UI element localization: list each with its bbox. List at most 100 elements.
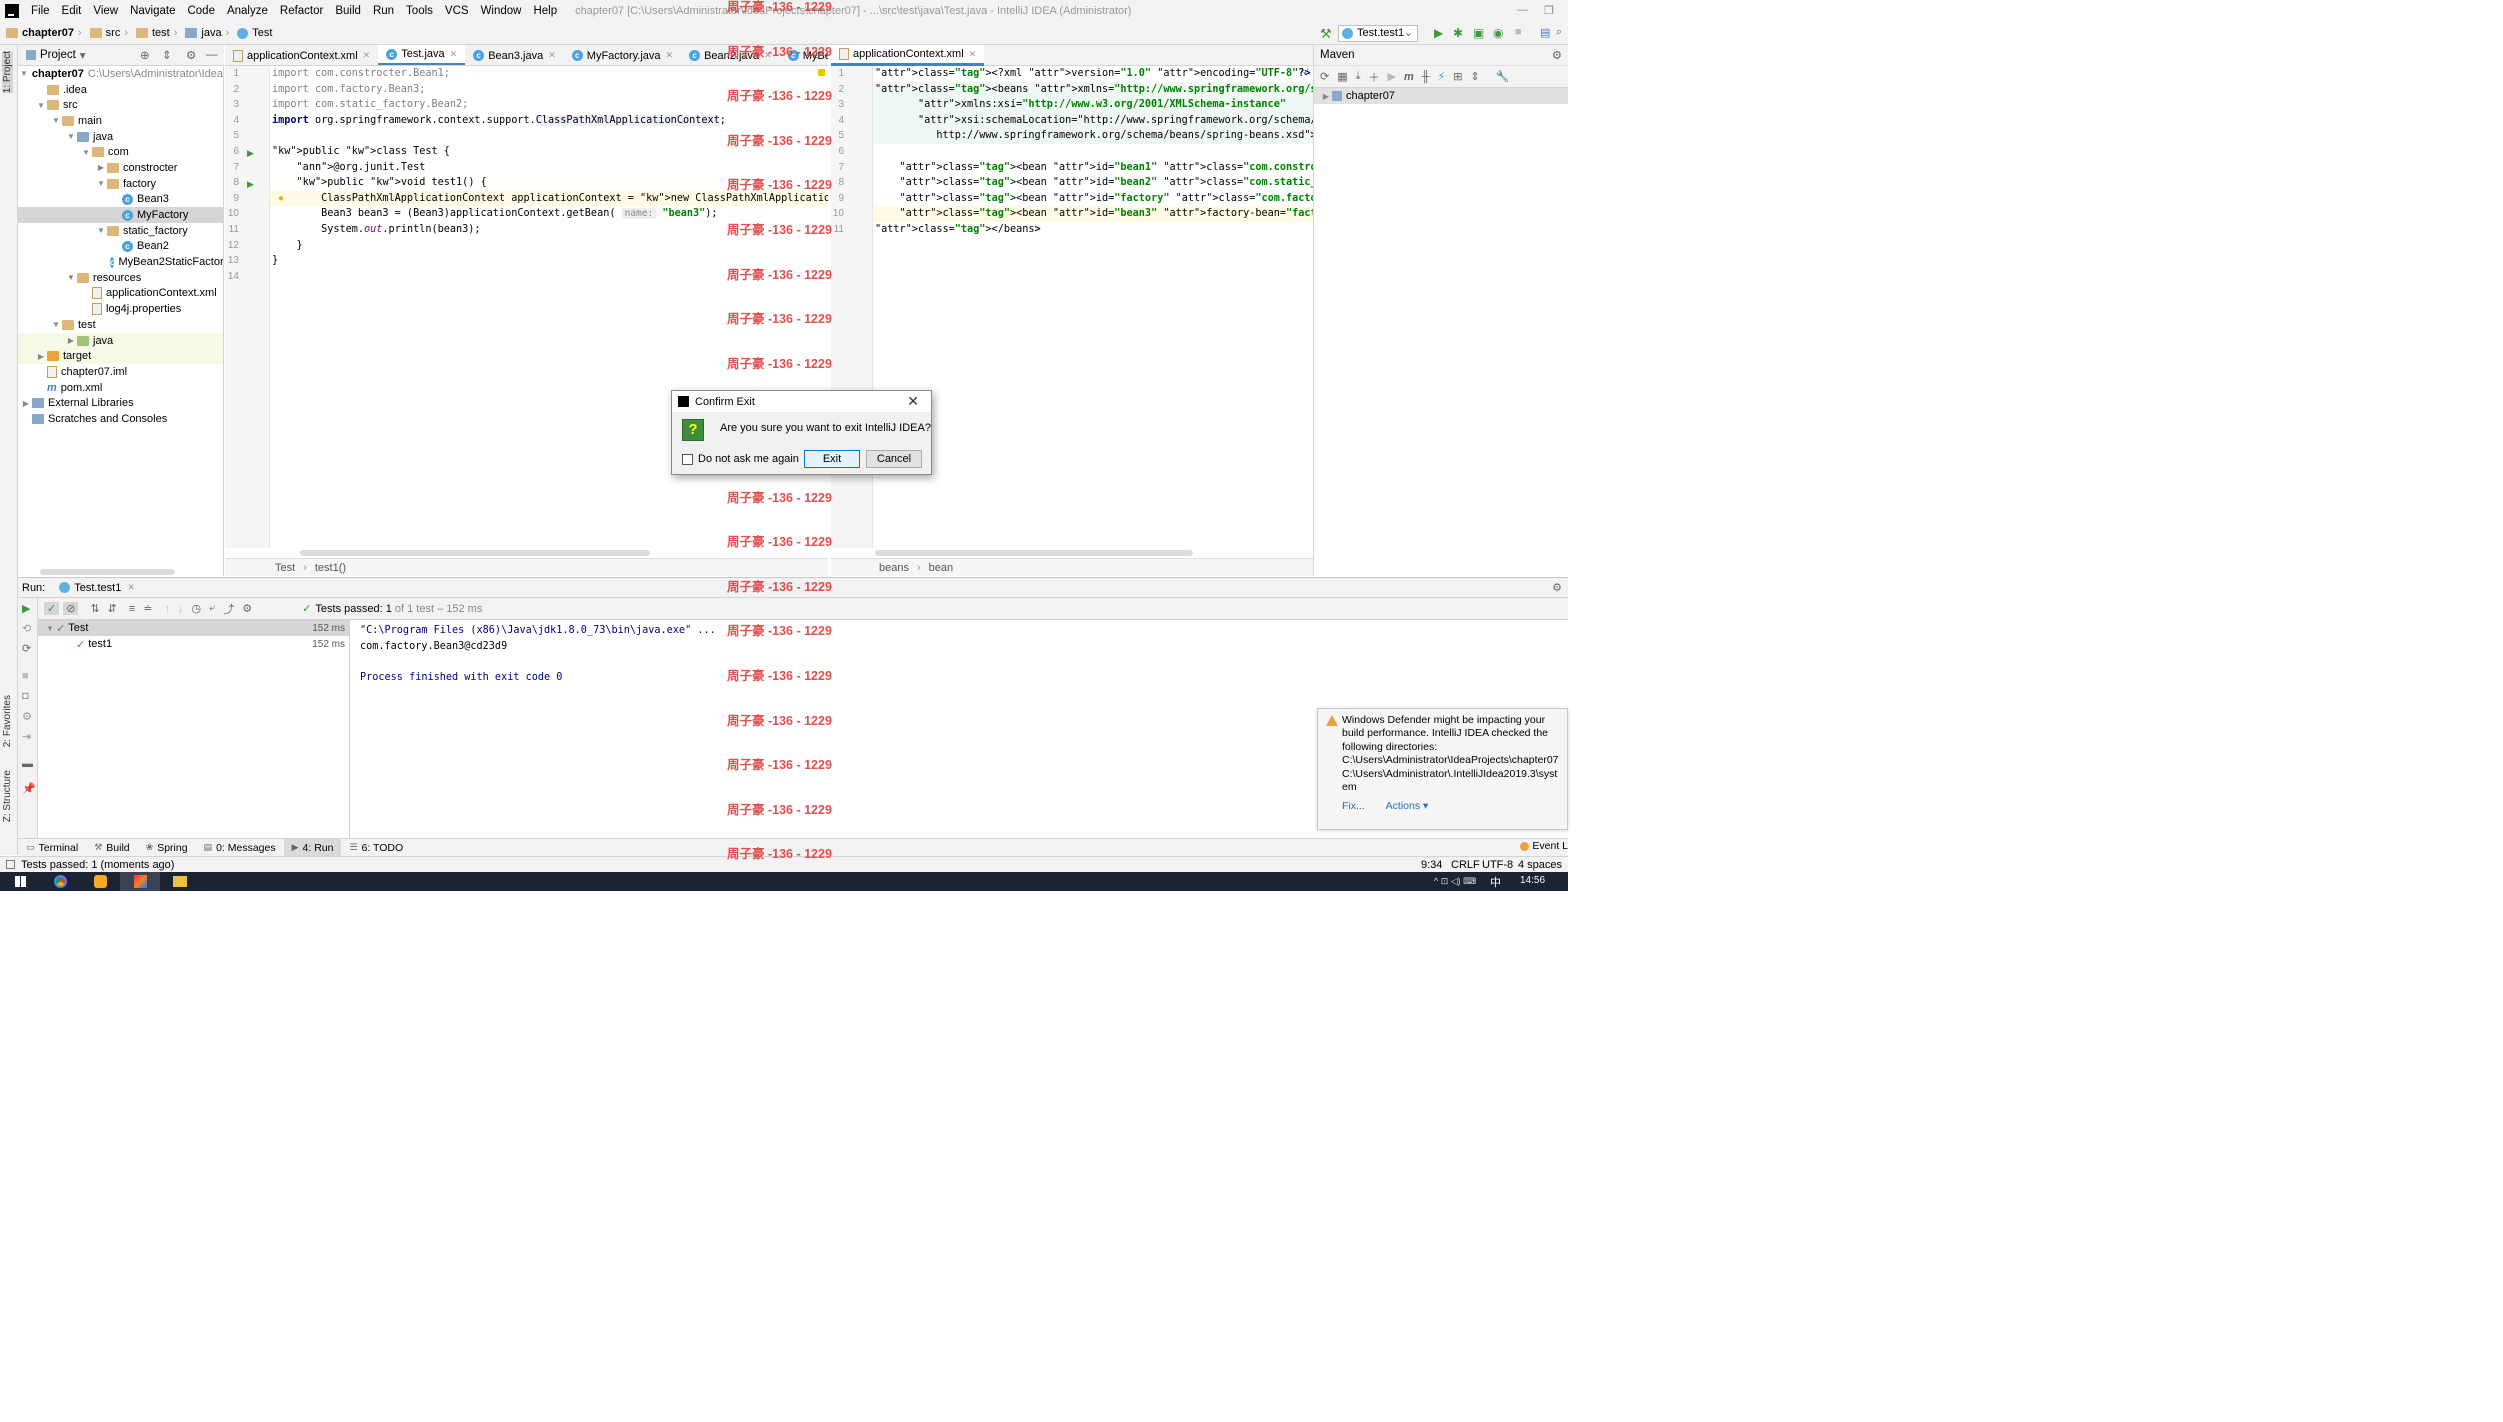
project-tree-item[interactable]: ▼chapter07C:\Users\Administrator\IdeaPro xyxy=(18,66,223,82)
xml-line[interactable]: "attr">class="tag"><?xml "attr">version=… xyxy=(873,66,1313,82)
editor-scrollbar[interactable] xyxy=(300,550,650,556)
xml-line[interactable]: "attr">class="tag"><beans "attr">xmlns="… xyxy=(873,81,1313,98)
code-line[interactable]: } xyxy=(270,253,828,269)
xml-line[interactable]: "attr">class="tag"><bean "attr">id="bean… xyxy=(873,160,1313,176)
indent-setting[interactable]: 4 spaces xyxy=(1518,859,1562,871)
project-tree-item[interactable]: ▼ java xyxy=(18,129,223,145)
breadcrumb-item[interactable]: chapter07 › xyxy=(6,27,86,39)
maven-project-item[interactable]: ▶ chapter07 xyxy=(1314,88,1568,104)
breadcrumb-class[interactable]: Test xyxy=(275,562,295,574)
do-not-ask-checkbox[interactable]: Do not ask me again xyxy=(682,453,799,465)
menu-item-code[interactable]: Code xyxy=(181,5,221,17)
wrench-icon[interactable]: 🔧 xyxy=(1496,70,1510,83)
pin-icon[interactable]: 📌 xyxy=(22,782,36,795)
run-icon[interactable]: ▶ xyxy=(1388,70,1396,83)
taskbar-clock[interactable]: 14:56 xyxy=(1520,875,1545,886)
xml-code-editor[interactable]: "attr">class="tag"><?xml "attr">version=… xyxy=(873,66,1313,548)
close-icon[interactable]: ✕ xyxy=(907,393,919,410)
menu-item-edit[interactable]: Edit xyxy=(56,5,88,17)
coverage-icon[interactable]: ▣ xyxy=(1473,26,1486,40)
test-history-icon[interactable]: ◷ xyxy=(192,602,202,615)
close-icon[interactable]: ✕ xyxy=(127,582,135,593)
menu-item-help[interactable]: Help xyxy=(527,5,563,17)
menu-item-vcs[interactable]: VCS xyxy=(439,5,475,17)
code-line[interactable]: ClassPathXmlApplicationContext applicati… xyxy=(270,190,828,207)
analysis-ok-icon[interactable]: ✓ xyxy=(1302,67,1310,78)
code-editor[interactable]: import com.constrocter.Bean1; import com.… xyxy=(270,66,828,548)
xml-line[interactable]: "attr">class="tag"></beans> xyxy=(873,222,1313,238)
bottom-tab-spring[interactable]: ❀ Spring xyxy=(138,839,196,857)
code-line[interactable] xyxy=(270,269,828,285)
project-tree-item[interactable]: .idea xyxy=(18,82,223,98)
editor-tab[interactable]: cMyBean2S xyxy=(780,45,828,65)
tab-applicationcontext-xml-right[interactable]: applicationContext.xml ✕ xyxy=(831,45,985,66)
project-tool-tab[interactable]: 1: Project xyxy=(2,51,13,94)
menu-item-view[interactable]: View xyxy=(87,5,124,17)
menu-item-run[interactable]: Run xyxy=(367,5,400,17)
actions-link[interactable]: Actions ▾ xyxy=(1386,800,1429,812)
xml-line[interactable]: "attr">xmlns:xsi="http://www.w3.org/2001… xyxy=(873,97,1313,113)
collapse-icon[interactable]: ⇕ xyxy=(1471,70,1480,83)
minimize-icon[interactable]: — xyxy=(1517,4,1528,16)
chevron-down-icon[interactable]: ▼ xyxy=(80,148,92,157)
maximize-icon[interactable]: ❐ xyxy=(1544,4,1554,17)
editor-tab[interactable]: c Bean2.java ✕ xyxy=(681,45,780,65)
show-dependencies-icon[interactable]: ⊞ xyxy=(1453,70,1462,83)
editor-tab[interactable]: c Bean3.java ✕ xyxy=(465,45,564,65)
project-tree-item[interactable]: ▶ java xyxy=(18,332,223,349)
code-line[interactable]: System.out.println(bean3); xyxy=(270,222,828,238)
rerun-failed-icon[interactable]: ⟲ xyxy=(22,622,31,635)
export-tests-icon[interactable]: ⤴ xyxy=(223,601,234,617)
run-tab[interactable]: Test.test1 ✕ xyxy=(59,582,135,594)
code-line[interactable]: "kw">public "kw">void test1() { xyxy=(270,175,828,191)
project-tree-item[interactable]: ▼ com xyxy=(18,144,223,160)
menu-item-file[interactable]: File xyxy=(25,5,56,17)
code-line[interactable]: Bean3 bean3 = (Bean3)applicationContext.… xyxy=(270,206,828,222)
browser-icon[interactable] xyxy=(80,872,120,891)
cancel-button[interactable]: Cancel xyxy=(866,450,922,468)
menu-item-tools[interactable]: Tools xyxy=(400,5,439,17)
line-separator[interactable]: CRLF xyxy=(1451,859,1480,871)
gear-icon[interactable]: ⚙ xyxy=(186,48,196,62)
windows-start-icon[interactable] xyxy=(0,872,40,891)
chevron-down-icon[interactable]: ▼ xyxy=(50,320,62,329)
project-tree-item[interactable]: ▼ src xyxy=(18,97,223,113)
project-tree-item[interactable]: applicationContext.xml xyxy=(18,286,223,302)
chevron-down-icon[interactable]: ▼ xyxy=(95,226,107,235)
test-result-item[interactable]: ▼ ✓ Test 152 ms xyxy=(38,620,349,636)
close-icon[interactable]: ✕ xyxy=(969,49,977,60)
code-line[interactable]: import org.springframework.context.suppo… xyxy=(270,113,828,129)
xml-line[interactable]: "attr">class="tag"><bean "attr">id="bean… xyxy=(873,206,1313,222)
file-explorer-icon[interactable] xyxy=(160,872,200,891)
chevron-down-icon[interactable]: ▼ xyxy=(65,273,77,282)
chrome-icon[interactable] xyxy=(40,872,80,891)
menu-item-refactor[interactable]: Refactor xyxy=(274,5,329,17)
stop-icon[interactable]: ■ xyxy=(22,670,29,682)
breadcrumb-bean[interactable]: bean xyxy=(929,562,953,574)
breadcrumb-item[interactable]: java › xyxy=(185,27,233,39)
import-tests-icon[interactable]: ⤶ xyxy=(209,602,215,615)
project-tree-item[interactable]: c MyFactory xyxy=(18,207,223,223)
fix-link[interactable]: Fix... xyxy=(1342,800,1365,812)
close-icon[interactable]: ✕ xyxy=(363,50,371,61)
breadcrumb-item[interactable]: src › xyxy=(89,27,132,39)
bottom-tab-build[interactable]: ⚒ Build xyxy=(86,839,137,857)
xml-line[interactable] xyxy=(873,144,1313,160)
run-class-gutter-icon[interactable]: ▶ xyxy=(247,148,257,158)
editor-tab[interactable]: applicationContext.xml ✕ xyxy=(225,45,378,65)
project-tree-item[interactable]: chapter07.iml xyxy=(18,364,223,380)
settings-icon[interactable]: ⚙ xyxy=(22,710,32,723)
intention-bulb-icon[interactable]: ● xyxy=(278,193,284,204)
rerun-icon[interactable]: ▶ xyxy=(22,602,30,615)
file-encoding[interactable]: UTF-8 xyxy=(1482,859,1513,871)
toggle-offline-icon[interactable]: ╫ xyxy=(1422,71,1430,83)
code-line[interactable]: import com.static_factory.Bean2; xyxy=(270,97,828,113)
collapse-all-icon[interactable]: ≐ xyxy=(143,602,152,615)
console-line[interactable]: com.factory.Bean3@cd23d9 xyxy=(360,639,1558,655)
breadcrumb-item[interactable]: test › xyxy=(136,27,181,39)
hide-panel-icon[interactable]: — xyxy=(206,49,218,61)
gear-icon[interactable]: ⚙ xyxy=(1552,48,1562,62)
breadcrumb-method[interactable]: test1() xyxy=(315,562,346,574)
toggle-tool-windows-icon[interactable] xyxy=(6,860,15,869)
gear-icon[interactable]: ⚙ xyxy=(1552,581,1562,594)
